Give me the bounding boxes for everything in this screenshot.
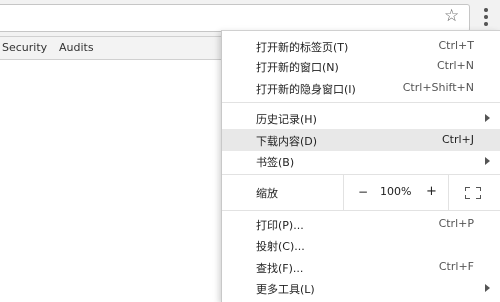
menu-item-shortcut: Ctrl+P [438,217,474,230]
star-icon[interactable]: ☆ [444,6,459,26]
tab-audits[interactable]: Audits [59,41,94,54]
menu-item-shortcut: Ctrl+N [436,59,474,72]
menu-item-history[interactable]: 历史记录(H) [222,107,500,129]
menu-item-cast[interactable]: 投射(C)... [222,234,500,256]
menu-item-label: 打开新的窗口(N) [256,61,339,74]
menu-item-find[interactable]: 查找(F)... Ctrl+F [222,256,500,278]
menu-item-label: 更多工具(L) [256,283,315,296]
zoom-in-button[interactable]: + [426,184,437,199]
menu-item-incognito[interactable]: 打开新的隐身窗口(I) Ctrl+Shift+N [222,77,500,99]
tab-security[interactable]: Security [2,41,47,54]
menu-item-downloads[interactable]: 下载内容(D) Ctrl+J [222,129,500,151]
menu-item-more-tools[interactable]: 更多工具(L) [222,277,500,299]
three-dots-vertical-icon[interactable] [478,7,494,29]
chrome-main-menu: 打开新的标签页(T) Ctrl+T 打开新的窗口(N) Ctrl+N 打开新的隐… [221,30,500,302]
menu-item-zoom: 缩放 − 100% + [222,174,500,211]
menu-item-shortcut: Ctrl+J [441,133,474,146]
zoom-divider [448,174,449,211]
submenu-arrow-icon [485,157,490,165]
menu-item-shortcut: Ctrl+T [438,39,474,52]
menu-item-label: 书签(B) [256,156,295,169]
menu-divider [222,174,500,175]
menu-item-label: 下载内容(D) [256,135,318,148]
zoom-out-button[interactable]: − [358,185,368,199]
menu-item-bookmarks[interactable]: 书签(B) [222,150,500,172]
menu-item-label: 投射(C)... [256,240,305,253]
menu-divider [222,210,500,211]
menu-item-label: 查找(F)... [256,262,304,275]
zoom-divider [343,174,344,211]
submenu-arrow-icon [485,284,490,292]
menu-item-shortcut: Ctrl+F [438,260,474,273]
menu-item-label: 打开新的标签页(T) [256,41,349,54]
menu-item-label: 打印(P)... [256,219,304,232]
zoom-level: 100% [380,185,412,198]
menu-item-label: 打开新的隐身窗口(I) [256,83,356,96]
menu-item-label: 历史记录(H) [256,113,317,126]
fullscreen-icon[interactable] [465,187,481,199]
menu-item-new-tab[interactable]: 打开新的标签页(T) Ctrl+T [222,35,500,57]
menu-item-new-window[interactable]: 打开新的窗口(N) Ctrl+N [222,55,500,77]
menu-item-print[interactable]: 打印(P)... Ctrl+P [222,213,500,235]
submenu-arrow-icon [485,114,490,122]
address-bar[interactable] [0,4,470,32]
zoom-label: 缩放 [256,187,278,200]
menu-item-shortcut: Ctrl+Shift+N [402,81,474,94]
menu-divider [222,102,500,103]
